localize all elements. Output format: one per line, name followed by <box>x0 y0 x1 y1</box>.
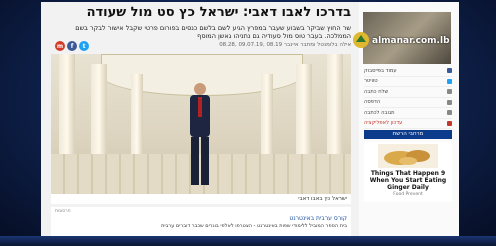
facebook-share-icon[interactable]: f <box>67 41 77 51</box>
sidebar-section-header: מרחבי הרשת <box>364 130 452 139</box>
sidebar-item-send[interactable]: שלח כתבה <box>364 87 452 98</box>
ad-description: בית הספר המוביל ללימודי שפות באינטרנט - … <box>161 223 347 229</box>
sidebar-list: עמוד בפייסבוק טוויטר שלח כתבה הדפסה תגוב… <box>364 66 452 129</box>
sidebar-item-label: שלח כתבה <box>364 88 389 95</box>
article-meta: אילה בלומנטל ומתבר איינבר 08.19 ,09.07.1… <box>219 42 351 48</box>
article-subline: שר החוץ שביקר בשבוע שעבר במפרץ הגיע לשם … <box>75 24 351 40</box>
photo-caption: ישראל כץ באבו דאבי <box>51 194 351 204</box>
sidebar-item-label: הדפסה <box>364 99 381 106</box>
sidebar-item-facebook[interactable]: עמוד בפייסבוק <box>364 66 452 77</box>
twitter-icon <box>447 78 452 84</box>
sidebar-item-label: טוויטר <box>364 78 378 85</box>
mail-share-icon[interactable]: m <box>55 41 65 51</box>
person-figure <box>190 83 210 185</box>
facebook-icon <box>447 68 452 74</box>
channel-logo: almanar.com.lb <box>372 36 450 46</box>
sidebar-item-twitter[interactable]: טוויטר <box>364 77 452 87</box>
article-headline: בדרכו לאבו דאבי: ישראל כץ סט מול שעודה <box>86 5 351 20</box>
ad-title[interactable]: קורס ערבית באינטרנט <box>289 215 347 222</box>
ad-card-title[interactable]: Things That Happen 9 When You Start Eati… <box>364 170 452 191</box>
app-icon <box>447 120 452 126</box>
sidebar-item-app[interactable]: עדכון לאפליקציה <box>364 119 452 129</box>
bottom-ad[interactable]: פרסומת קורס ערבית באינטרנט בית הספר המוב… <box>51 207 351 236</box>
sidebar-item-label: עדכון לאפליקציה <box>364 120 403 127</box>
twitter-share-icon[interactable]: t <box>79 41 89 51</box>
print-icon <box>447 99 452 105</box>
share-buttons: m f t <box>55 41 89 51</box>
sidebar-item-label: עמוד בפייסבוק <box>364 67 397 74</box>
article-photo <box>51 54 351 194</box>
tv-bottom-bar <box>0 236 496 246</box>
almanar-logo-icon <box>353 32 369 48</box>
sidebar-ad-card[interactable]: Things That Happen 9 When You Start Eati… <box>364 142 452 202</box>
sidebar-item-print[interactable]: הדפסה <box>364 98 452 108</box>
ad-card-source: Food Prevent <box>393 192 423 197</box>
ginger-image <box>378 144 438 168</box>
ad-tag: פרסומת <box>55 209 71 214</box>
sidebar-item-comment[interactable]: תגובה לכתבה <box>364 108 452 119</box>
sidebar-item-label: תגובה לכתבה <box>364 109 395 116</box>
send-icon <box>447 89 452 95</box>
comment-icon <box>447 110 452 116</box>
